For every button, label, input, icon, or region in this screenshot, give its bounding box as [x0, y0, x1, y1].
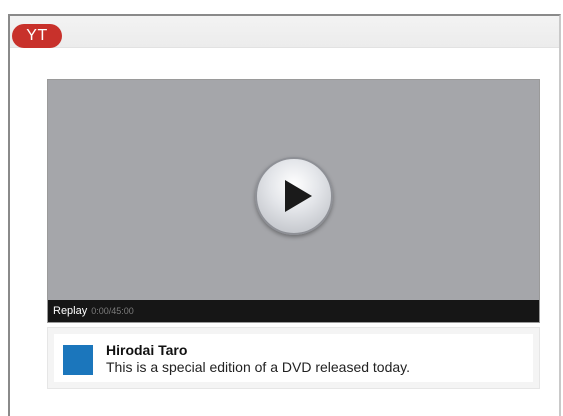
avatar[interactable] [63, 345, 93, 375]
video-info-panel: Hirodai Taro This is a special edition o… [47, 327, 540, 389]
top-bar: YT [10, 16, 559, 48]
app-window: YT Replay 0:00/45:00 Hirodai Taro This is… [8, 14, 561, 416]
site-logo[interactable]: YT [12, 24, 62, 48]
uploader-name[interactable]: Hirodai Taro [106, 342, 187, 358]
player-control-bar: Replay 0:00/45:00 [48, 300, 539, 322]
play-icon [285, 180, 312, 212]
play-button[interactable] [255, 157, 333, 235]
video-info-card: Hirodai Taro This is a special edition o… [54, 334, 533, 382]
replay-button[interactable]: Replay [53, 305, 87, 317]
video-description: This is a special edition of a DVD relea… [106, 359, 411, 375]
time-display: 0:00/45:00 [91, 306, 134, 316]
video-player[interactable]: Replay 0:00/45:00 [47, 79, 540, 323]
